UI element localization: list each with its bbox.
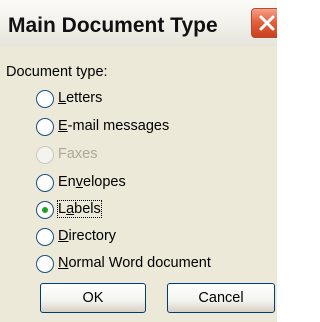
- main-document-type-dialog: Main Document Type Document type: Letter…: [0, 0, 277, 322]
- radio-button[interactable]: [36, 118, 54, 136]
- cancel-button[interactable]: Cancel: [167, 283, 275, 313]
- close-button[interactable]: [251, 8, 277, 38]
- radio-button[interactable]: [36, 228, 54, 246]
- document-type-label: Document type:: [6, 64, 108, 80]
- option-label: Normal Word document: [58, 255, 211, 271]
- option-label: Faxes: [58, 146, 98, 162]
- radio-selected-dot: [42, 207, 48, 213]
- dialog-title: Main Document Type: [8, 14, 218, 37]
- close-icon: [259, 15, 275, 31]
- radio-button-disabled: [36, 146, 54, 164]
- radio-button[interactable]: [36, 90, 54, 108]
- option-label: Labels: [57, 200, 102, 218]
- option-label: Directory: [58, 228, 117, 244]
- radio-button[interactable]: [36, 255, 54, 273]
- ok-button[interactable]: OK: [40, 283, 146, 313]
- radio-button-selected[interactable]: [36, 201, 54, 219]
- option-label: Letters: [58, 90, 103, 106]
- option-label: Envelopes: [58, 174, 126, 190]
- radio-button[interactable]: [36, 174, 54, 192]
- option-label: E-mail messages: [58, 118, 170, 134]
- title-bar: Main Document Type: [0, 0, 277, 46]
